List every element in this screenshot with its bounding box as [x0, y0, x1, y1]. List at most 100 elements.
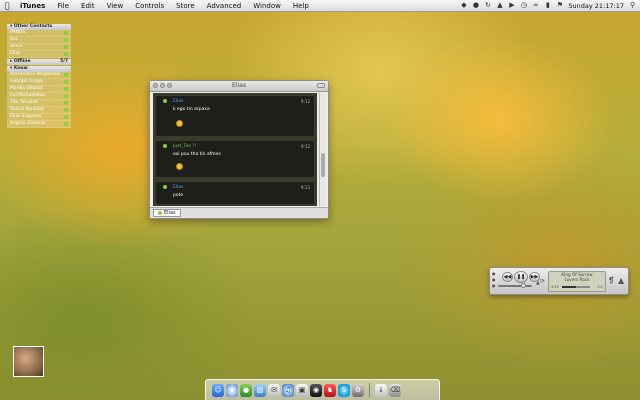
spotlight-icon[interactable]: ⚲ — [629, 2, 636, 9]
close-button[interactable] — [153, 83, 158, 88]
group-header-offline[interactable]: ▸ Offline 5/7 — [7, 59, 71, 65]
contact-list: ▾ Other Contacts PANOS Kos denis Elias ▸… — [7, 23, 71, 128]
zoom-button[interactable] — [167, 83, 172, 88]
adium-status-icon[interactable]: ● — [472, 2, 479, 9]
preview-icon[interactable]: ▨ — [254, 384, 266, 397]
minimize-dot-icon[interactable]: ● — [492, 277, 496, 282]
skype-icon[interactable]: S — [338, 384, 350, 397]
group-name: Know — [13, 66, 28, 71]
menu-edit[interactable]: Edit — [75, 2, 101, 10]
contact-name: Kos — [10, 37, 18, 42]
status-available-icon — [64, 101, 68, 105]
contact-item[interactable]: Tito Tsinalati — [7, 100, 71, 107]
contact-name: Tito Tsinalati — [10, 100, 39, 105]
eject-icon[interactable]: ▲ — [618, 276, 624, 285]
album-art-desktop-icon[interactable] — [13, 346, 44, 377]
status-available-icon — [64, 94, 68, 98]
contact-item[interactable]: Marilia Oikolak — [7, 86, 71, 93]
contact-name: Sotiris Kyriaidis — [10, 107, 45, 112]
contact-name: Alexandros Vergetnaki — [10, 72, 61, 77]
transcript-scrollbar[interactable] — [319, 93, 326, 206]
status-available-icon — [64, 73, 68, 77]
group-name: Offline — [13, 59, 31, 64]
downloads-icon[interactable]: ↓ — [375, 384, 387, 397]
message: Elias 9:13 pote — [156, 182, 314, 204]
message-text: oxi pou tha tin afmes — [173, 152, 221, 157]
zoom-dot-icon[interactable]: ● — [492, 283, 496, 288]
menu-app-name[interactable]: iTunes — [14, 2, 51, 10]
camera-icon[interactable]: ◉ — [310, 384, 322, 397]
scrollbar-thumb[interactable] — [321, 153, 325, 177]
remaining-time: 3:1 — [597, 285, 603, 289]
contact-item[interactable]: Angelo Giannas — [7, 121, 71, 128]
itunes-icon[interactable]: ♫ — [282, 384, 294, 397]
contact-name: Marilia Oikolak — [10, 86, 44, 91]
now-playing-display: King Of Sorrow Lovers Rock 3:22 3:1 — [548, 271, 606, 292]
airport-icon[interactable]: ▲ — [496, 2, 503, 9]
photos-icon[interactable]: ▣ — [296, 384, 308, 397]
sync-icon[interactable]: ↻ — [484, 2, 491, 9]
bluetooth-icon[interactable]: ∞ — [532, 2, 539, 9]
disclosure-triangle-icon: ▾ — [10, 24, 13, 29]
disclosure-triangle-icon: ▸ — [10, 59, 13, 64]
volume-slider[interactable] — [498, 283, 532, 288]
menu-help[interactable]: Help — [287, 2, 315, 10]
menu-file[interactable]: File — [51, 2, 75, 10]
elapsed-time: 3:22 — [551, 285, 559, 289]
contact-item[interactable]: PANOS — [7, 30, 71, 37]
adium-icon[interactable]: ● — [240, 384, 252, 397]
message-time: 9:13 — [301, 185, 310, 190]
playback-controls: ◀◀ ❚❚ ▶▶ — [502, 271, 540, 283]
message-text: k ego tin arpaxa — [173, 107, 210, 112]
pause-button[interactable]: ❚❚ — [514, 271, 528, 283]
contact-item[interactable]: Georgia Grega — [7, 79, 71, 86]
input-flag-icon[interactable]: ⚑ — [556, 2, 563, 9]
safari-icon[interactable]: ✦ — [226, 384, 238, 397]
finder-icon[interactable]: ☺ — [212, 384, 224, 397]
contact-item[interactable]: Elias Zaganas — [7, 114, 71, 121]
smiley-emoji-icon — [176, 163, 183, 170]
menu-store[interactable]: Store — [170, 2, 201, 10]
mail-icon[interactable]: ✉ — [268, 384, 280, 397]
apple-menu-icon[interactable]:  — [0, 1, 14, 10]
dock-separator — [369, 383, 370, 397]
previous-track-button[interactable]: ◀◀ — [502, 272, 513, 282]
battery-icon[interactable]: ▮ — [544, 2, 551, 9]
contact-item[interactable]: denis — [7, 44, 71, 51]
status-available-icon — [158, 211, 162, 215]
status-available-icon — [163, 185, 167, 189]
tab-label: Elias — [164, 210, 176, 216]
view-toggle-icon[interactable]: ❡ — [608, 276, 615, 285]
itunes-mini-player: ● ● ● ◀◀ ❚❚ ▶▶ ▲ King Of Sorrow Lovers R… — [489, 267, 629, 295]
menu-advanced[interactable]: Advanced — [201, 2, 248, 10]
tab-elias[interactable]: Elias — [153, 209, 181, 217]
message-sender: Elias — [173, 99, 184, 104]
toolbar-toggle-button[interactable] — [317, 83, 325, 88]
group-count: 5/7 — [60, 59, 68, 64]
dropbox-icon[interactable]: ◆ — [460, 2, 467, 9]
menu-window[interactable]: Window — [247, 2, 287, 10]
minimize-button[interactable] — [160, 83, 165, 88]
progress-bar[interactable] — [562, 286, 590, 288]
volume-knob[interactable] — [521, 283, 526, 288]
status-available-icon — [64, 52, 68, 56]
repeat-icon[interactable]: ⟳ — [540, 278, 545, 285]
menu-view[interactable]: View — [101, 2, 130, 10]
time-machine-icon[interactable]: ◷ — [520, 2, 527, 9]
chat-titlebar[interactable]: Elias — [150, 81, 328, 92]
contact-item[interactable]: Sotiris Kyriaidis — [7, 107, 71, 114]
close-dot-icon[interactable]: ● — [492, 271, 496, 276]
volume-icon[interactable]: ▶ — [508, 2, 515, 9]
menu-controls[interactable]: Controls — [129, 2, 170, 10]
contact-name: denis — [10, 44, 23, 49]
utility-icon[interactable]: ⚙ — [352, 384, 364, 397]
menubar-clock[interactable]: Sunday 21:17:17 — [568, 2, 624, 10]
contact-item[interactable]: Evi Michaelidou — [7, 93, 71, 100]
contact-item[interactable]: Elias — [7, 51, 71, 58]
chess-icon[interactable]: ♞ — [324, 384, 336, 397]
trash-icon[interactable]: ⌫ — [389, 384, 401, 397]
message-time: 9:12 — [301, 144, 310, 149]
contact-item[interactable]: Alexandros Vergetnaki — [7, 72, 71, 79]
status-available-icon — [163, 99, 167, 103]
contact-item[interactable]: Kos — [7, 37, 71, 44]
